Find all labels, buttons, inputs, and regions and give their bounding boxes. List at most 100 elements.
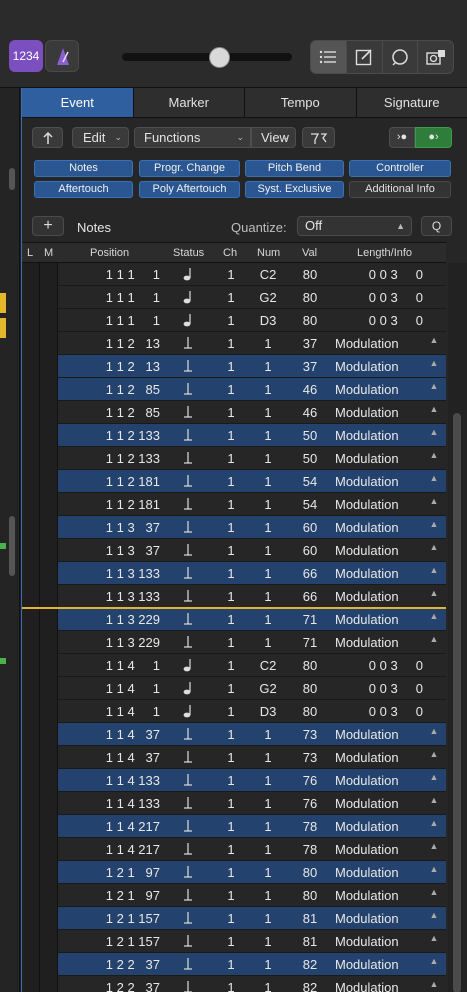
table-row[interactable]: 1 1 3 229 1 1 71 Modulation ▲	[22, 631, 446, 654]
position-cell[interactable]: 1 1 4 217	[58, 842, 160, 857]
up-down-arrows-icon[interactable]: ▲	[428, 819, 440, 828]
channel-cell[interactable]: 1	[218, 658, 244, 673]
up-down-arrows-icon[interactable]: ▲	[428, 474, 440, 483]
lock-mute-cells[interactable]	[22, 654, 58, 677]
table-row[interactable]: 1 1 2 13 1 1 37 Modulation ▲	[22, 355, 446, 378]
value-cell[interactable]: 81	[296, 934, 324, 949]
lock-mute-cells[interactable]	[22, 723, 58, 746]
table-row[interactable]: 1 1 3 133 1 1 66 Modulation ▲	[22, 562, 446, 585]
filter-controller-button[interactable]: Controller	[349, 160, 451, 177]
loop-browser-button[interactable]	[383, 41, 419, 73]
position-cell[interactable]: 1 1 4 37	[58, 727, 160, 742]
channel-cell[interactable]: 1	[218, 957, 244, 972]
up-down-arrows-icon[interactable]: ▲	[428, 451, 440, 460]
length-cell[interactable]: 0 0 3 0	[331, 313, 423, 328]
table-row[interactable]: 1 1 4 1 1 G2 80 0 0 3 0	[22, 677, 446, 700]
position-cell[interactable]: 1 2 2 37	[58, 980, 160, 992]
value-cell[interactable]: 80	[296, 681, 324, 696]
controller-name-cell[interactable]: Modulation	[335, 865, 425, 880]
controller-name-cell[interactable]: Modulation	[335, 635, 425, 650]
channel-cell[interactable]: 1	[218, 543, 244, 558]
channel-cell[interactable]: 1	[218, 474, 244, 489]
value-cell[interactable]: 80	[296, 658, 324, 673]
channel-cell[interactable]: 1	[218, 773, 244, 788]
media-browser-button[interactable]	[418, 41, 453, 73]
position-cell[interactable]: 1 2 1 157	[58, 911, 160, 926]
parent-level-button[interactable]	[32, 127, 63, 148]
table-row[interactable]: 1 1 4 133 1 1 76 Modulation ▲	[22, 769, 446, 792]
num-cell[interactable]: 1	[252, 750, 284, 765]
up-down-arrows-icon[interactable]: ▲	[428, 934, 440, 943]
value-cell[interactable]: 54	[296, 497, 324, 512]
position-cell[interactable]: 1 2 2 37	[58, 957, 160, 972]
column-header-val[interactable]: Val	[302, 247, 317, 259]
lock-mute-cells[interactable]	[22, 516, 58, 539]
lock-mute-cells[interactable]	[22, 286, 58, 309]
channel-cell[interactable]: 1	[218, 405, 244, 420]
lock-mute-cells[interactable]	[22, 792, 58, 815]
controller-name-cell[interactable]: Modulation	[335, 428, 425, 443]
filter-aftertouch-button[interactable]: Aftertouch	[34, 181, 133, 198]
controller-name-cell[interactable]: Modulation	[335, 497, 425, 512]
num-cell[interactable]: 1	[252, 773, 284, 788]
value-cell[interactable]: 50	[296, 428, 324, 443]
lock-mute-cells[interactable]	[22, 585, 58, 608]
column-header-m[interactable]: M	[44, 247, 53, 259]
channel-cell[interactable]: 1	[218, 382, 244, 397]
table-row[interactable]: 1 1 3 133 1 1 66 Modulation ▲	[22, 585, 446, 608]
length-cell[interactable]: 0 0 3 0	[331, 704, 423, 719]
filter-sysex-button[interactable]: Syst. Exclusive	[245, 181, 344, 198]
column-header-position[interactable]: Position	[90, 247, 129, 259]
position-cell[interactable]: 1 1 4 133	[58, 773, 160, 788]
channel-cell[interactable]: 1	[218, 566, 244, 581]
num-cell[interactable]: 1	[252, 980, 284, 992]
value-cell[interactable]: 80	[296, 290, 324, 305]
position-cell[interactable]: 1 1 2 85	[58, 405, 160, 420]
position-cell[interactable]: 1 1 3 133	[58, 566, 160, 581]
table-row[interactable]: 1 1 4 1 1 C2 80 0 0 3 0	[22, 654, 446, 677]
position-cell[interactable]: 1 1 2 133	[58, 451, 160, 466]
lock-mute-cells[interactable]	[22, 953, 58, 976]
channel-cell[interactable]: 1	[218, 359, 244, 374]
position-cell[interactable]: 1 1 4 1	[58, 658, 160, 673]
lcd-display-button[interactable]: 1234	[9, 40, 43, 72]
value-cell[interactable]: 73	[296, 727, 324, 742]
table-row[interactable]: 1 1 2 181 1 1 54 Modulation ▲	[22, 493, 446, 516]
value-cell[interactable]: 78	[296, 819, 324, 834]
up-down-arrows-icon[interactable]: ▲	[428, 336, 440, 345]
channel-cell[interactable]: 1	[218, 727, 244, 742]
position-cell[interactable]: 1 1 2 13	[58, 359, 160, 374]
length-cell[interactable]: 0 0 3 0	[331, 658, 423, 673]
position-cell[interactable]: 1 2 1 97	[58, 865, 160, 880]
channel-cell[interactable]: 1	[218, 750, 244, 765]
position-cell[interactable]: 1 1 4 217	[58, 819, 160, 834]
edit-menu[interactable]: Edit ⌄	[72, 127, 129, 148]
table-row[interactable]: 1 2 1 157 1 1 81 Modulation ▲	[22, 930, 446, 953]
table-row[interactable]: 1 1 2 133 1 1 50 Modulation ▲	[22, 424, 446, 447]
num-cell[interactable]: G2	[252, 290, 284, 305]
position-cell[interactable]: 1 1 2 133	[58, 428, 160, 443]
filter-poly-aftertouch-button[interactable]: Poly Aftertouch	[139, 181, 240, 198]
notepad-button[interactable]	[347, 41, 383, 73]
list-editors-button[interactable]	[311, 41, 347, 73]
position-cell[interactable]: 1 1 4 1	[58, 704, 160, 719]
channel-cell[interactable]: 1	[218, 911, 244, 926]
length-cell[interactable]: 0 0 3 0	[331, 267, 423, 282]
table-row[interactable]: 1 1 4 217 1 1 78 Modulation ▲	[22, 838, 446, 861]
num-cell[interactable]: 1	[252, 934, 284, 949]
channel-cell[interactable]: 1	[218, 704, 244, 719]
channel-cell[interactable]: 1	[218, 635, 244, 650]
controller-name-cell[interactable]: Modulation	[335, 911, 425, 926]
column-header-num[interactable]: Num	[257, 247, 280, 259]
controller-name-cell[interactable]: Modulation	[335, 773, 425, 788]
up-down-arrows-icon[interactable]: ▲	[428, 980, 440, 989]
filter-pitch-bend-button[interactable]: Pitch Bend	[245, 160, 344, 177]
num-cell[interactable]: 1	[252, 796, 284, 811]
channel-cell[interactable]: 1	[218, 589, 244, 604]
filter-notes-button[interactable]: Notes	[34, 160, 133, 177]
value-cell[interactable]: 78	[296, 842, 324, 857]
value-cell[interactable]: 76	[296, 796, 324, 811]
up-down-arrows-icon[interactable]: ▲	[428, 796, 440, 805]
value-cell[interactable]: 81	[296, 911, 324, 926]
table-row[interactable]: 1 1 4 37 1 1 73 Modulation ▲	[22, 723, 446, 746]
